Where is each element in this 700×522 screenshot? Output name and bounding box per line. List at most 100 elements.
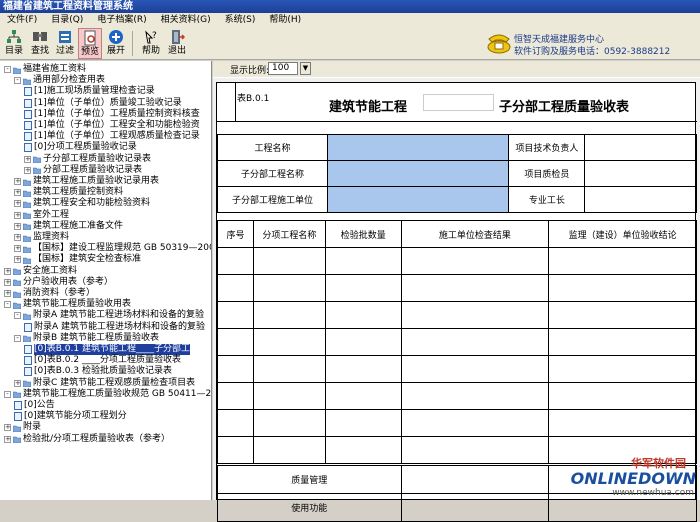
- help-button[interactable]: ? 帮助: [139, 28, 163, 59]
- subdivision-name-input[interactable]: [423, 94, 494, 111]
- grid-cell[interactable]: [400, 436, 550, 464]
- tree-folder-item[interactable]: + 附录: [4, 422, 41, 433]
- tree-folder-item[interactable]: - 附录B 建筑节能工程质量验收表: [14, 333, 159, 344]
- grid-cell[interactable]: [217, 274, 254, 302]
- tree-folder-item[interactable]: + 消防资料（参考）: [4, 288, 95, 299]
- grid-cell[interactable]: [400, 409, 550, 437]
- expand-icon[interactable]: +: [24, 155, 31, 163]
- expand-icon[interactable]: +: [14, 189, 21, 197]
- grid-cell[interactable]: [400, 355, 550, 383]
- grid-cell[interactable]: [548, 355, 697, 383]
- exit-button[interactable]: 退出: [165, 28, 189, 59]
- expand-icon[interactable]: +: [4, 435, 11, 443]
- expand-icon[interactable]: +: [14, 200, 21, 208]
- tree-document-item[interactable]: [0]表B.0.2 ____分项工程质量验收表: [24, 355, 181, 366]
- grid-cell[interactable]: [217, 328, 254, 356]
- expand-icon[interactable]: +: [4, 267, 11, 275]
- expand-icon[interactable]: +: [14, 379, 21, 387]
- tree-folder-item[interactable]: + 室外工程: [14, 210, 69, 221]
- tree-folder-item[interactable]: - 附录A 建筑节能工程进场材料和设备的复验: [14, 310, 204, 321]
- tree-folder-item[interactable]: - 建筑节能工程施工质量验收规范 GB 50411—200: [4, 389, 211, 400]
- grid-cell[interactable]: [400, 328, 550, 356]
- tree-folder-item[interactable]: - 通用部分检查用表: [14, 75, 105, 86]
- expand-icon[interactable]: +: [14, 256, 21, 264]
- tree-document-item[interactable]: [1]单位（子单位）质量竣工验收记录: [24, 98, 182, 109]
- grid-cell[interactable]: [548, 328, 697, 356]
- collapse-icon[interactable]: -: [4, 301, 11, 309]
- tree-folder-item[interactable]: + 附录C 建筑节能工程观感质量检查项目表: [14, 378, 195, 389]
- grid-cell[interactable]: [324, 382, 402, 410]
- collapse-icon[interactable]: -: [14, 334, 21, 342]
- collapse-icon[interactable]: -: [4, 390, 11, 398]
- grid-cell[interactable]: [252, 436, 326, 464]
- function-field[interactable]: [400, 493, 550, 522]
- tree-folder-item[interactable]: + 建筑工程安全和功能检验资料: [14, 198, 150, 209]
- tree-document-item[interactable]: [0]分项工程质量验收记录: [24, 142, 137, 153]
- tech-lead-field[interactable]: [584, 134, 697, 161]
- grid-cell[interactable]: [548, 274, 697, 302]
- expand-icon[interactable]: +: [14, 245, 21, 253]
- grid-cell[interactable]: [400, 301, 550, 329]
- expand-icon[interactable]: +: [14, 222, 21, 230]
- zoom-dropdown-button[interactable]: ▼: [300, 62, 311, 75]
- grid-cell[interactable]: [217, 382, 254, 410]
- grid-cell[interactable]: [217, 436, 254, 464]
- menu-file[interactable]: 文件(F): [0, 13, 44, 27]
- expand-icon[interactable]: +: [4, 424, 11, 432]
- collapse-icon[interactable]: -: [14, 77, 21, 85]
- expand-button[interactable]: 展开: [104, 28, 128, 59]
- contractor-field[interactable]: [326, 186, 510, 213]
- tree-document-item[interactable]: [1]单位（子单位）工程观感质量检查记录: [24, 131, 200, 142]
- grid-cell[interactable]: [217, 355, 254, 383]
- grid-cell[interactable]: [548, 247, 697, 275]
- quality-mgmt-field[interactable]: [400, 465, 550, 494]
- tree-document-item[interactable]: [0]公告: [14, 400, 55, 411]
- grid-cell[interactable]: [324, 436, 402, 464]
- grid-cell[interactable]: [548, 409, 697, 437]
- tree-folder-item[interactable]: + 分部工程质量验收记录表: [24, 165, 142, 176]
- grid-cell[interactable]: [324, 409, 402, 437]
- grid-cell[interactable]: [217, 301, 254, 329]
- menu-related[interactable]: 相关资料(G): [154, 13, 218, 27]
- grid-cell[interactable]: [548, 301, 697, 329]
- project-name-field[interactable]: [326, 134, 510, 161]
- grid-cell[interactable]: [252, 301, 326, 329]
- tree-folder-item[interactable]: + 建筑工程质量控制资料: [14, 187, 123, 198]
- tree-folder-item[interactable]: + 分户验收用表（参考）: [4, 277, 113, 288]
- menu-system[interactable]: 系统(S): [218, 13, 263, 27]
- tree-folder-item[interactable]: - 建筑节能工程质量验收用表: [4, 299, 131, 310]
- tree-document-item[interactable]: [0]建筑节能分项工程划分: [14, 411, 127, 422]
- menu-archive[interactable]: 电子档案(R): [90, 13, 153, 27]
- expand-icon[interactable]: +: [24, 166, 31, 174]
- tree-folder-item[interactable]: + 【国标】建筑安全检查标准: [14, 254, 141, 265]
- tree-folder-item[interactable]: + 检验批/分项工程质量验收表（参考）: [4, 434, 170, 445]
- grid-cell[interactable]: [400, 382, 550, 410]
- collapse-icon[interactable]: -: [4, 66, 11, 73]
- tree-folder-item[interactable]: + 【国标】建设工程监理规范 GB 50319—200: [14, 243, 211, 254]
- grid-cell[interactable]: [217, 247, 254, 275]
- tree-document-item[interactable]: [0]表B.0.1 建筑节能工程____子分部工: [24, 344, 190, 355]
- expand-icon[interactable]: +: [14, 211, 21, 219]
- tree-folder-item[interactable]: + 建筑工程施工准备文件: [14, 221, 123, 232]
- grid-cell[interactable]: [252, 355, 326, 383]
- menu-catalog[interactable]: 目录(Q): [44, 13, 90, 27]
- expand-icon[interactable]: +: [14, 178, 21, 185]
- tree-document-item[interactable]: [1]单位（子单位）工程安全和功能检验资: [24, 120, 200, 131]
- grid-cell[interactable]: [548, 382, 697, 410]
- foreman-field[interactable]: [584, 186, 697, 213]
- menu-help[interactable]: 帮助(H): [262, 13, 308, 27]
- grid-cell[interactable]: [324, 247, 402, 275]
- grid-cell[interactable]: [400, 274, 550, 302]
- inspector-field[interactable]: [584, 160, 697, 187]
- grid-cell[interactable]: [324, 301, 402, 329]
- tree-folder-item[interactable]: + 子分部工程质量验收记录表: [24, 154, 151, 165]
- find-button[interactable]: 查找: [28, 28, 52, 59]
- tree-folder-item[interactable]: + 监理资料: [14, 232, 69, 243]
- grid-cell[interactable]: [217, 409, 254, 437]
- tree-folder-item[interactable]: + 安全施工资料: [4, 266, 77, 277]
- grid-cell[interactable]: [252, 247, 326, 275]
- expand-icon[interactable]: +: [4, 278, 11, 286]
- grid-cell[interactable]: [324, 355, 402, 383]
- grid-cell[interactable]: [400, 247, 550, 275]
- collapse-icon[interactable]: -: [14, 312, 21, 320]
